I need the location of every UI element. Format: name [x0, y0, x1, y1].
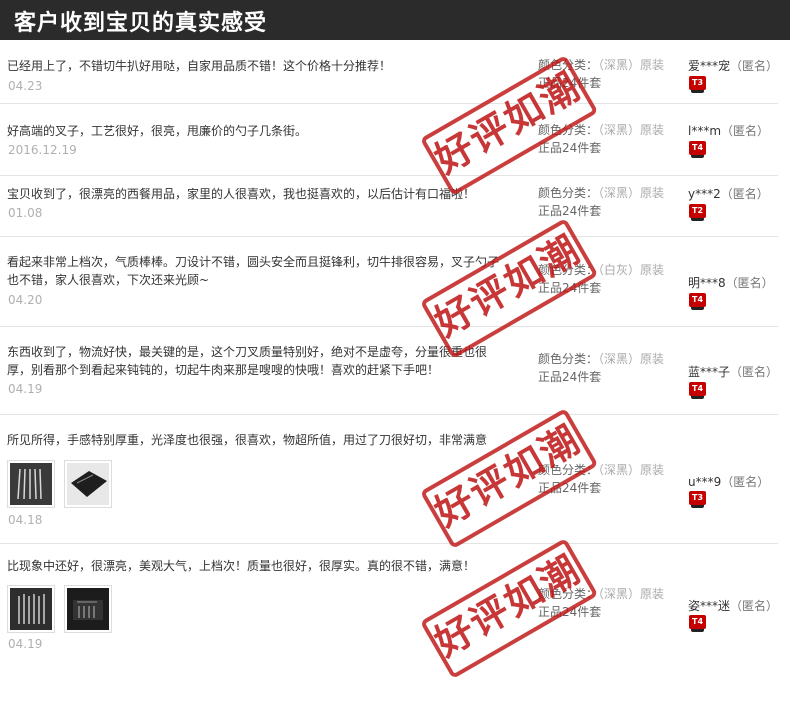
user-name: l***m [688, 124, 722, 138]
user-anon: （匿名） [721, 124, 770, 138]
review-comment: 比现象中还好，很漂亮，美观大气，上档次！质量也很好，很厚实。真的很不错，满意！ [7, 559, 476, 573]
review-user[interactable]: y***2（匿名） [688, 185, 769, 202]
review-date: 01.08 [8, 206, 43, 220]
sku-color: （深黑）原装 [598, 463, 665, 477]
review-photo[interactable] [64, 460, 112, 508]
praise-stamp: 好评如潮 [419, 217, 600, 360]
review-sku: 颜色分类：（深黑）原装 正品24件套 [538, 350, 678, 386]
sku-set: 正品24件套 [538, 370, 602, 384]
review-comment: 所见所得，手感特别厚重，光泽度也很强，很喜欢，物超所值，用过了刀很好切，非常满意 [7, 433, 488, 447]
row-divider [0, 175, 778, 176]
review-photo[interactable] [64, 585, 112, 633]
sku-color: （深黑）原装 [598, 58, 665, 72]
review-user[interactable]: 蓝***子（匿名） [688, 363, 778, 380]
gift-box-photo-icon [67, 463, 109, 505]
cutlery-photo-icon [10, 463, 52, 505]
review-comment: 已经用上了，不错切牛扒好用哒，自家用品质不错！这个价格十分推荐！ [7, 59, 392, 73]
sku-set: 正品24件套 [538, 204, 602, 218]
review-user[interactable]: 爱***宠（匿名） [688, 57, 778, 74]
review-user[interactable]: u***9（匿名） [688, 473, 769, 490]
user-level-icon: T4 [689, 293, 706, 310]
review-sku: 颜色分类：（深黑）原装 正品24件套 [538, 184, 678, 220]
sku-set: 正品24件套 [538, 141, 602, 155]
user-name: 蓝***子 [688, 365, 731, 379]
review-date: 2016.12.19 [8, 143, 77, 157]
review-comment: 东西收到了，物流好快，最关键的是，这个刀叉质量特别好，绝对不是虚夸，分量很重也很… [7, 345, 488, 377]
review-user[interactable]: 明***8（匿名） [688, 274, 774, 291]
user-anon: （匿名） [730, 365, 779, 379]
review-user[interactable]: l***m（匿名） [688, 122, 769, 139]
user-level-icon: T2 [689, 204, 706, 221]
sku-label: 颜色分类： [538, 352, 599, 366]
sku-label: 颜色分类： [538, 186, 599, 200]
user-anon: （匿名） [730, 59, 779, 73]
user-level-icon: T3 [689, 491, 706, 508]
page-header: 客户收到宝贝的真实感受 [0, 0, 790, 40]
user-level-icon: T4 [689, 141, 706, 158]
user-anon: （匿名） [720, 187, 769, 201]
review-date: 04.18 [8, 513, 43, 527]
sku-color: （深黑）原装 [598, 352, 665, 366]
user-anon: （匿名） [725, 276, 774, 290]
user-anon: （匿名） [730, 599, 779, 613]
review-date: 04.19 [8, 637, 43, 651]
review-comment: 看起来非常上档次，气质棒棒。刀设计不错，圆头安全而且挺锋利，切牛排很容易，叉子勺… [7, 255, 500, 287]
user-name: u***9 [688, 475, 722, 489]
user-anon: （匿名） [721, 475, 770, 489]
row-divider [0, 326, 778, 327]
page-title: 客户收到宝贝的真实感受 [14, 11, 268, 36]
sku-color: （深黑）原装 [598, 587, 665, 601]
user-level-icon: T3 [689, 76, 706, 93]
row-divider [0, 414, 778, 415]
review-photo[interactable] [7, 460, 55, 508]
review-photo[interactable] [7, 585, 55, 633]
review-comment: 宝贝收到了，很漂亮的西餐用品，家里的人很喜欢，我也挺喜欢的，以后估计有口福啦！ [7, 187, 476, 201]
review-date: 04.19 [8, 382, 43, 396]
review-user[interactable]: 姿***迷（匿名） [688, 597, 778, 614]
row-divider [0, 103, 778, 104]
review-date: 04.23 [8, 79, 43, 93]
gift-box-photo-icon [67, 588, 109, 630]
user-name: 姿***迷 [688, 599, 731, 613]
user-name: 爱***宠 [688, 59, 731, 73]
row-divider [0, 236, 778, 237]
user-name: y***2 [688, 187, 721, 201]
row-divider [0, 543, 778, 544]
review-date: 04.20 [8, 293, 43, 307]
sku-color: （深黑）原装 [598, 123, 665, 137]
cutlery-photo-icon [10, 588, 52, 630]
sku-color: （深黑）原装 [598, 186, 665, 200]
user-name: 明***8 [688, 276, 726, 290]
sku-color: （白灰）原装 [598, 263, 665, 277]
user-level-icon: T4 [689, 382, 706, 399]
user-level-icon: T4 [689, 615, 706, 632]
praise-stamp: 好评如潮 [419, 407, 600, 550]
